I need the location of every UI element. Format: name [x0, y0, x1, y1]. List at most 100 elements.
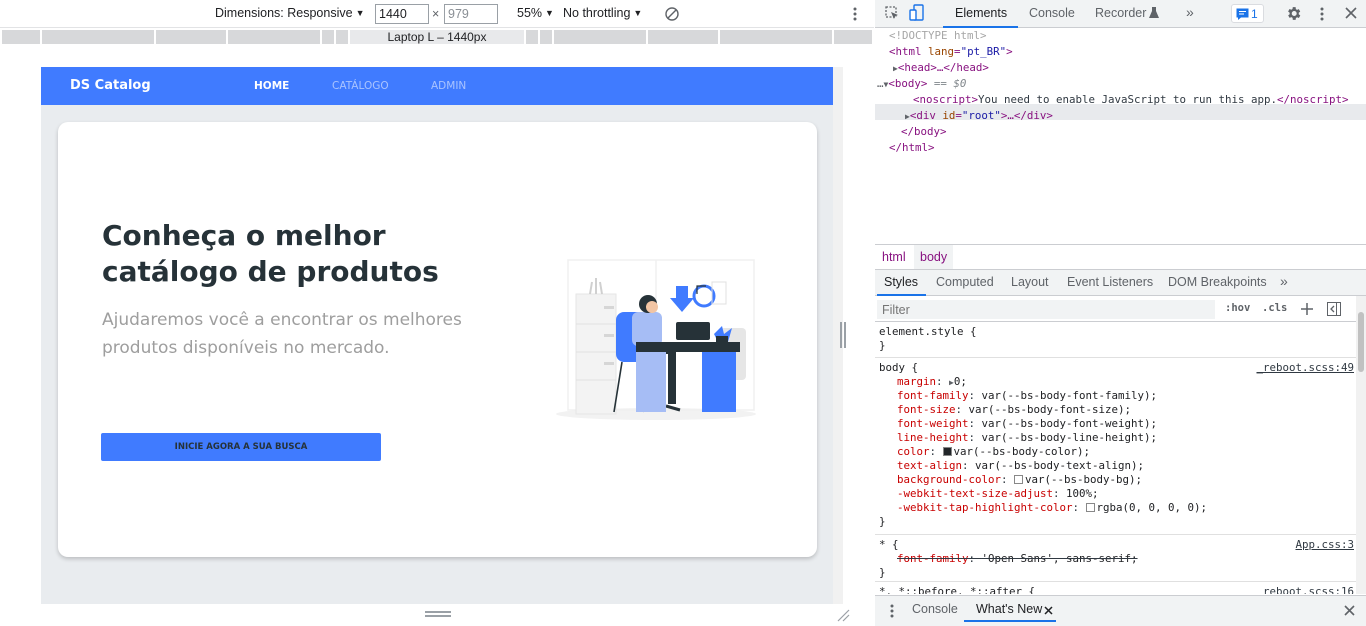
style-prop-color[interactable]: color: var(--bs-body-color);	[897, 445, 1090, 459]
tab-recorder[interactable]: Recorder	[1095, 6, 1146, 20]
toggle-sidebar-icon[interactable]	[1327, 302, 1341, 316]
drawer-tab-console[interactable]: Console	[912, 602, 958, 616]
media-query-segment[interactable]	[156, 30, 226, 44]
close-tab-icon[interactable]	[1044, 606, 1053, 615]
media-query-segment[interactable]	[648, 30, 718, 44]
star-selector[interactable]: * {	[879, 538, 899, 552]
media-query-segment[interactable]	[322, 30, 334, 44]
dom-head[interactable]: ▶<head>…</head>	[893, 60, 989, 76]
before-after-selector[interactable]: *, *::before, *::after {	[879, 585, 1035, 594]
width-input[interactable]	[375, 4, 429, 24]
nav-link-admin[interactable]: ADMIN	[431, 80, 466, 92]
dom-root-div[interactable]: ▶<div id="root">…</div>	[905, 108, 1053, 124]
media-query-label[interactable]: Laptop L – 1440px	[350, 30, 524, 44]
styles-scrollbar[interactable]	[1356, 296, 1366, 594]
dom-div-val: "root"	[961, 109, 1001, 122]
body-rule-source-link[interactable]: _reboot.scss:49	[1256, 361, 1354, 375]
color-swatch[interactable]	[942, 447, 952, 456]
tab-console[interactable]: Console	[1029, 6, 1075, 20]
media-query-segment[interactable]	[540, 30, 552, 44]
dom-doctype[interactable]: <!DOCTYPE html>	[889, 28, 987, 44]
more-subtabs-chevron[interactable]: »	[1280, 273, 1288, 289]
dom-body-close[interactable]: </body>	[901, 124, 947, 140]
style-prop-overridden-font-family[interactable]: font-family: 'Open Sans', sans-serif;	[897, 552, 1138, 566]
media-query-segment[interactable]	[336, 30, 348, 44]
color-swatch[interactable]	[1085, 503, 1095, 512]
nav-link-catalog[interactable]: CATÁLOGO	[332, 80, 389, 92]
style-prop-text-align[interactable]: text-align: var(--bs-body-text-align);	[897, 459, 1144, 473]
prop-name: line-height	[897, 431, 969, 444]
media-query-segment[interactable]	[720, 30, 832, 44]
devtools-menu-icon[interactable]	[1319, 6, 1325, 22]
emulated-viewport: DS Catalog HOME CATÁLOGO ADMIN Conheça o…	[41, 67, 833, 604]
breadcrumb-body[interactable]: body	[920, 250, 947, 264]
dom-noscript[interactable]: <noscript>You need to enable JavaScript …	[913, 92, 1349, 108]
dimensions-dropdown[interactable]: Dimensions: Responsive ▼	[215, 6, 364, 20]
prop-name: -webkit-tap-highlight-color	[897, 501, 1073, 514]
style-prop-background-color[interactable]: background-color: var(--bs-body-bg);	[897, 473, 1142, 487]
tab-styles[interactable]: Styles	[884, 275, 918, 289]
style-prop-text-size-adjust[interactable]: -webkit-text-size-adjust: 100%;	[897, 487, 1099, 501]
star-rule-source-link[interactable]: App.css:3	[1295, 538, 1354, 552]
close-drawer-icon[interactable]	[1344, 605, 1355, 616]
style-prop-font-family[interactable]: font-family: var(--bs-body-font-family);	[897, 389, 1157, 403]
caret-down-icon: ▼	[355, 8, 365, 18]
style-prop-font-size[interactable]: font-size: var(--bs-body-font-size);	[897, 403, 1131, 417]
media-query-segment[interactable]	[228, 30, 320, 44]
prop-name: text-align	[897, 459, 963, 472]
tab-dom-breakpoints[interactable]: DOM Breakpoints	[1168, 275, 1267, 289]
media-query-segment[interactable]	[42, 30, 154, 44]
dom-html-close[interactable]: </html>	[889, 140, 935, 156]
devtools-window: Dimensions: Responsive▼ × 55%▼ No thrott…	[0, 0, 1366, 626]
breadcrumb-html[interactable]: html	[882, 250, 906, 264]
styles-scrollbar-thumb[interactable]	[1358, 312, 1364, 372]
home-title-line-2: catálogo de produtos	[102, 255, 439, 288]
media-query-segment[interactable]	[554, 30, 646, 44]
color-swatch[interactable]	[1014, 475, 1024, 484]
media-query-segment[interactable]	[834, 30, 872, 44]
height-input[interactable]	[444, 4, 498, 24]
media-query-segment[interactable]	[2, 30, 40, 44]
dom-noscript-open: <noscript>	[913, 93, 979, 106]
corner-resize-icon[interactable]	[836, 608, 850, 622]
inspect-element-icon[interactable]	[884, 5, 900, 21]
tab-event-listeners[interactable]: Event Listeners	[1067, 275, 1153, 289]
dom-body-open[interactable]: …▼<body> == $0	[877, 76, 966, 92]
style-prop-margin[interactable]: margin: ▶0;	[897, 375, 967, 389]
bottom-resize-handle[interactable]	[425, 611, 451, 619]
new-style-rule-icon[interactable]	[1301, 303, 1313, 315]
tab-computed[interactable]: Computed	[936, 275, 994, 289]
nav-link-home[interactable]: HOME	[254, 80, 289, 92]
tab-layout[interactable]: Layout	[1011, 275, 1049, 289]
throttling-dropdown[interactable]: No throttling ▼	[563, 6, 642, 20]
styles-filter-input[interactable]	[877, 300, 1215, 319]
rotate-icon[interactable]	[664, 6, 680, 22]
styles-filter-bar: :hov .cls	[875, 296, 1366, 322]
dimensions-label: Dimensions: Responsive	[215, 6, 353, 20]
body-selector[interactable]: body {	[879, 361, 918, 375]
zoom-dropdown[interactable]: 55% ▼	[517, 6, 554, 20]
right-resize-handle[interactable]	[840, 322, 846, 352]
drawer-tab-whats-new[interactable]: What's New	[976, 602, 1042, 616]
site-brand[interactable]: DS Catalog	[70, 78, 151, 93]
style-prop-tap-highlight-color[interactable]: -webkit-tap-highlight-color: rgba(0, 0, …	[897, 501, 1207, 515]
more-options-icon[interactable]	[852, 6, 858, 22]
issues-badge[interactable]: 1	[1231, 4, 1264, 23]
drawer-menu-icon[interactable]	[889, 603, 895, 619]
style-prop-font-weight[interactable]: font-weight: var(--bs-body-font-weight);	[897, 417, 1157, 431]
device-toolbar-toggle-icon[interactable]	[909, 4, 925, 22]
media-query-segment[interactable]	[526, 30, 538, 44]
prop-value: rgba(0, 0, 0, 0);	[1096, 501, 1208, 514]
tab-elements[interactable]: Elements	[955, 6, 1007, 20]
settings-gear-icon[interactable]	[1285, 5, 1302, 22]
element-style-selector[interactable]: element.style {	[879, 325, 977, 339]
style-prop-line-height[interactable]: line-height: var(--bs-body-line-height);	[897, 431, 1157, 445]
devtools-drawer: Console What's New	[875, 595, 1366, 626]
close-devtools-icon[interactable]	[1345, 7, 1357, 19]
more-tabs-chevron[interactable]: »	[1186, 4, 1194, 20]
class-toggle-button[interactable]: .cls	[1262, 302, 1287, 314]
dom-html-open[interactable]: <html lang="pt_BR">	[889, 44, 1013, 60]
before-after-source-link[interactable]: _reboot.scss:16	[1256, 585, 1354, 594]
hover-state-button[interactable]: :hov	[1225, 302, 1250, 314]
start-search-button[interactable]: INICIE AGORA A SUA BUSCA	[101, 433, 381, 461]
